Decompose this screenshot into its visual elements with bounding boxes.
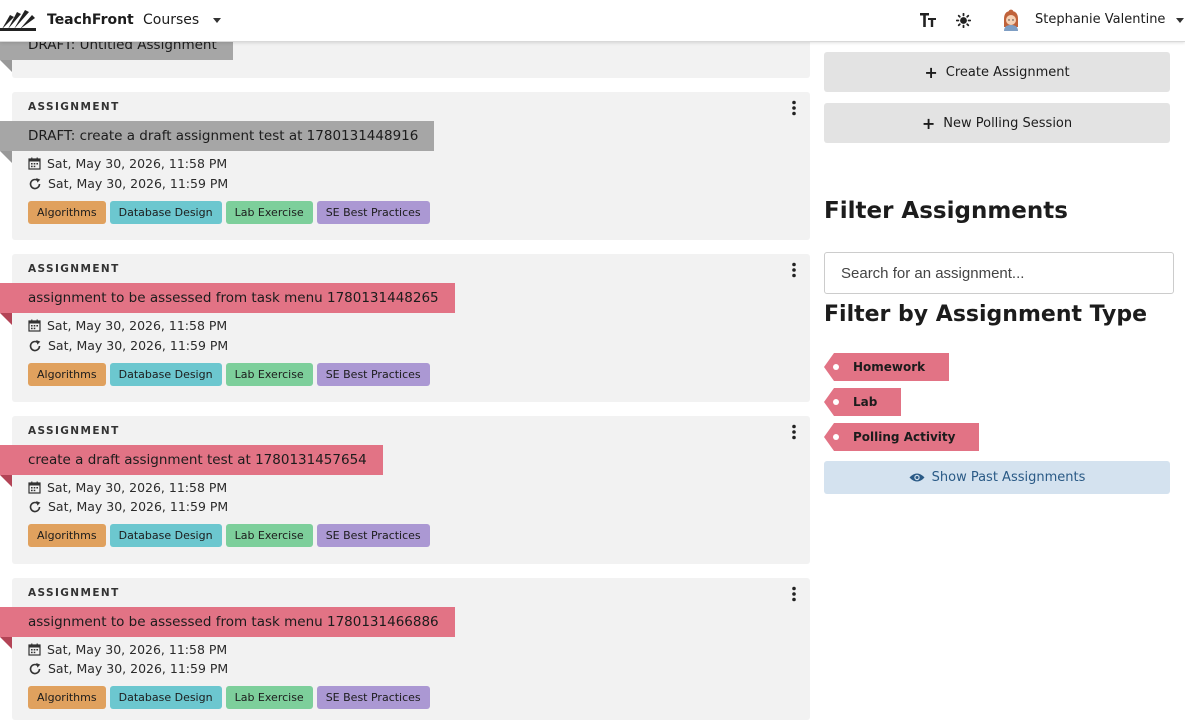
top-navbar: TeachFront Courses Stephanie Valentine xyxy=(0,0,1185,42)
assignment-card[interactable]: ASSIGNMENT assignment to be assessed fro… xyxy=(0,578,810,720)
refresh-icon xyxy=(29,662,41,674)
due-date: Sat, May 30, 2026, 11:58 PM xyxy=(28,480,227,495)
tag-list: Algorithms Database Design Lab Exercise … xyxy=(28,363,434,386)
tag-list: Algorithms Database Design Lab Exercise … xyxy=(28,201,434,224)
tag-algorithms[interactable]: Algorithms xyxy=(28,686,106,709)
tag-list: Algorithms Database Design Lab Exercise … xyxy=(28,524,434,547)
tag-se-best-practices[interactable]: SE Best Practices xyxy=(316,363,430,386)
refresh-icon xyxy=(29,177,41,189)
refresh-icon xyxy=(29,500,41,512)
filter-type-heading: Filter by Assignment Type xyxy=(824,302,1148,327)
courses-label: Courses xyxy=(143,12,200,28)
calendar-icon xyxy=(28,643,41,656)
ribbon-fold xyxy=(0,313,12,325)
assignment-title[interactable]: assignment to be assessed from task menu… xyxy=(0,607,455,637)
due-date: Sat, May 30, 2026, 11:58 PM xyxy=(28,318,227,333)
filter-type-homework[interactable]: Homework xyxy=(823,353,950,381)
tag-se-best-practices[interactable]: SE Best Practices xyxy=(316,524,430,547)
kebab-menu-icon[interactable] xyxy=(790,586,798,602)
tag-hole-icon xyxy=(833,399,839,405)
late-date: Sat, May 30, 2026, 11:59 PM xyxy=(28,499,228,514)
create-assignment-button[interactable]: + Create Assignment xyxy=(824,52,1170,92)
tag-algorithms[interactable]: Algorithms xyxy=(28,524,106,547)
new-polling-session-button[interactable]: + New Polling Session xyxy=(824,103,1170,143)
tag-lab-exercise[interactable]: Lab Exercise xyxy=(225,363,313,386)
text-size-icon[interactable] xyxy=(919,11,937,29)
chevron-down-icon xyxy=(1176,17,1185,23)
assignment-card[interactable]: ASSIGNMENT DRAFT: create a draft assignm… xyxy=(0,92,810,240)
kebab-menu-icon[interactable] xyxy=(790,100,798,116)
calendar-icon xyxy=(28,157,41,170)
assignment-title[interactable]: assignment to be assessed from task menu… xyxy=(0,283,455,313)
due-date: Sat, May 30, 2026, 11:58 PM xyxy=(28,156,227,171)
ribbon-fold xyxy=(0,60,12,72)
assignment-title[interactable]: DRAFT: create a draft assignment test at… xyxy=(0,121,435,151)
filter-type-lab[interactable]: Lab xyxy=(823,388,902,416)
late-date: Sat, May 30, 2026, 11:59 PM xyxy=(28,176,228,191)
calendar-icon xyxy=(28,481,41,494)
filter-assignments-heading: Filter Assignments xyxy=(824,198,1068,224)
card-type-label: ASSIGNMENT xyxy=(28,587,120,599)
teachfront-logo-icon[interactable] xyxy=(0,9,36,31)
theme-toggle-icon[interactable] xyxy=(956,13,971,28)
tag-database-design[interactable]: Database Design xyxy=(109,686,222,709)
courses-dropdown[interactable]: Courses xyxy=(143,12,222,28)
ribbon-fold xyxy=(0,151,12,163)
user-name: Stephanie Valentine xyxy=(1035,12,1166,27)
tag-lab-exercise[interactable]: Lab Exercise xyxy=(225,524,313,547)
due-date: Sat, May 30, 2026, 11:58 PM xyxy=(28,642,227,657)
tag-se-best-practices[interactable]: SE Best Practices xyxy=(316,201,430,224)
assignment-card[interactable]: ASSIGNMENT create a draft assignment tes… xyxy=(0,416,810,564)
tag-database-design[interactable]: Database Design xyxy=(109,201,222,224)
assignment-card[interactable]: ASSIGNMENT assignment to be assessed fro… xyxy=(0,254,810,402)
late-date: Sat, May 30, 2026, 11:59 PM xyxy=(28,338,228,353)
tag-hole-icon xyxy=(833,364,839,370)
search-input[interactable] xyxy=(824,252,1174,294)
user-menu[interactable]: Stephanie Valentine xyxy=(1035,12,1185,27)
refresh-icon xyxy=(29,339,41,351)
brand-name[interactable]: TeachFront xyxy=(47,12,134,28)
tag-lab-exercise[interactable]: Lab Exercise xyxy=(225,686,313,709)
chevron-down-icon xyxy=(213,18,222,23)
tag-algorithms[interactable]: Algorithms xyxy=(28,363,106,386)
plus-icon: + xyxy=(924,62,938,82)
card-type-label: ASSIGNMENT xyxy=(28,263,120,275)
kebab-menu-icon[interactable] xyxy=(790,424,798,440)
eye-icon xyxy=(909,473,925,482)
card-type-label: ASSIGNMENT xyxy=(28,425,120,437)
tag-se-best-practices[interactable]: SE Best Practices xyxy=(316,686,430,709)
plus-icon: + xyxy=(921,113,936,133)
late-date: Sat, May 30, 2026, 11:59 PM xyxy=(28,661,228,676)
calendar-icon xyxy=(28,319,41,332)
ribbon-fold xyxy=(0,637,12,649)
card-type-label: ASSIGNMENT xyxy=(28,101,120,113)
assignment-title[interactable]: create a draft assignment test at 178013… xyxy=(0,445,383,475)
tag-list: Algorithms Database Design Lab Exercise … xyxy=(28,686,434,709)
filter-type-polling-activity[interactable]: Polling Activity xyxy=(823,423,980,451)
avatar[interactable] xyxy=(1001,9,1021,31)
ribbon-fold xyxy=(0,475,12,487)
tag-hole-icon xyxy=(833,434,839,440)
tag-lab-exercise[interactable]: Lab Exercise xyxy=(225,201,313,224)
show-past-assignments-button[interactable]: Show Past Assignments xyxy=(824,461,1170,494)
tag-database-design[interactable]: Database Design xyxy=(109,524,222,547)
tag-algorithms[interactable]: Algorithms xyxy=(28,201,106,224)
kebab-menu-icon[interactable] xyxy=(790,262,798,278)
tag-database-design[interactable]: Database Design xyxy=(109,363,222,386)
